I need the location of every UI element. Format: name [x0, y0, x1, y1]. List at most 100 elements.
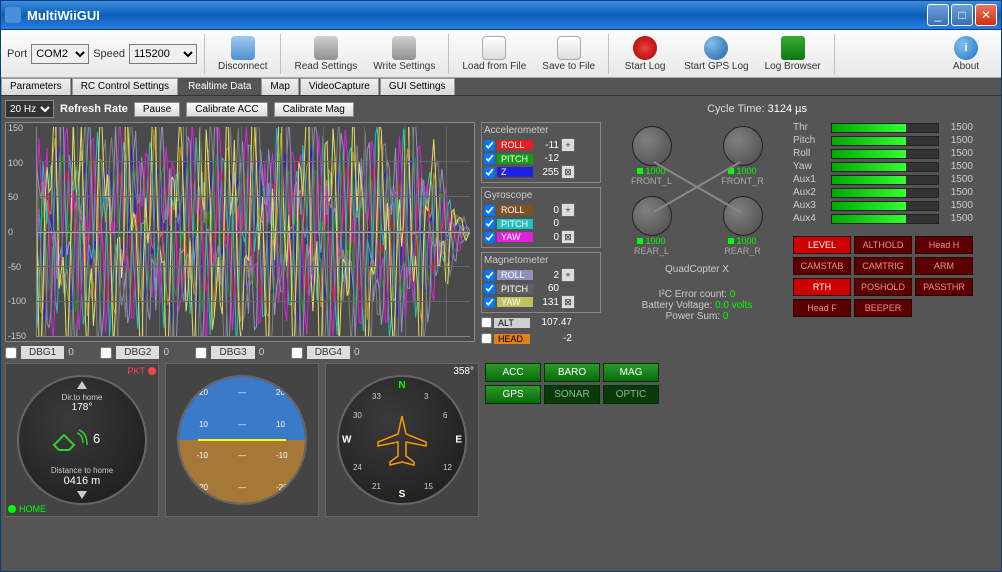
port-select[interactable]: COM2 — [31, 44, 89, 64]
sensor-pitch-checkbox[interactable] — [484, 283, 495, 294]
minimize-button[interactable]: _ — [927, 4, 949, 26]
calibrate-acc-button[interactable]: Calibrate ACC — [186, 102, 267, 117]
cycle-time-value: 3124 µs — [768, 103, 807, 115]
motor-rear_r-label: REAR_R — [724, 246, 761, 256]
sensor-baro-button[interactable]: BARO — [544, 363, 600, 382]
about-button[interactable]: iAbout — [937, 34, 995, 74]
channel-aux2-value: 1500 — [943, 187, 973, 198]
channel-pitch-value: 1500 — [943, 135, 973, 146]
channel-aux2-label: Aux2 — [793, 187, 827, 198]
maximize-button[interactable]: □ — [951, 4, 973, 26]
sensor-alt-checkbox[interactable] — [481, 317, 492, 328]
attitude-gauge: 20—2010—10-10—-10-20—-20 — [165, 363, 319, 517]
save-file-button[interactable]: Save to File — [536, 34, 601, 74]
sensor-optic-button[interactable]: OPTIC — [603, 385, 659, 404]
sensor-roll-checkbox[interactable] — [484, 270, 495, 281]
sensor-head-checkbox[interactable] — [481, 333, 492, 344]
dbg2-checkbox[interactable] — [100, 347, 112, 359]
calibrate-mag-button[interactable]: Calibrate Mag — [274, 102, 354, 117]
sensor-sonar-button[interactable]: SONAR — [544, 385, 600, 404]
sensor-yaw-checkbox[interactable] — [484, 297, 495, 308]
dbg3-value: 0 — [259, 347, 279, 358]
tab-parameters[interactable]: Parameters — [1, 78, 71, 95]
mode-arm-button[interactable]: ARM — [915, 257, 973, 275]
file-open-icon — [482, 36, 506, 60]
mode-rth-button[interactable]: RTH — [793, 278, 851, 296]
motor-rear_l-disc — [632, 196, 672, 236]
sensor-yaw-checkbox[interactable] — [484, 232, 495, 243]
dbg4-checkbox[interactable] — [291, 347, 303, 359]
pause-button[interactable]: Pause — [134, 102, 180, 117]
zoom-in-button[interactable]: + — [561, 138, 575, 152]
tab-map[interactable]: Map — [261, 78, 298, 95]
channel-aux3-bar — [831, 201, 939, 211]
mode-headh-button[interactable]: Head H — [915, 236, 973, 254]
sensor-roll-checkbox[interactable] — [484, 140, 495, 151]
horizon-tick: -10—-10 — [196, 451, 287, 460]
mode-camtrig-button[interactable]: CAMTRIG — [854, 257, 912, 275]
gps-dist-value: 0416 m — [19, 475, 145, 487]
sensor-pitch-checkbox[interactable] — [484, 218, 495, 229]
arrow-up-icon — [77, 381, 87, 389]
gps-gauge: PKT Dir.to home 178° 6 Distance to home … — [5, 363, 159, 517]
read-settings-button[interactable]: Read Settings — [288, 34, 363, 74]
sensor-yaw-label: YAW — [497, 297, 533, 307]
tab-rc-control-settings[interactable]: RC Control Settings — [72, 78, 178, 95]
sensor-pitch-checkbox[interactable] — [484, 153, 495, 164]
sensor-mag-button[interactable]: MAG — [603, 363, 659, 382]
compass-east: E — [455, 435, 462, 446]
motor-front_l-label: FRONT_L — [631, 176, 672, 186]
motor-front_l-value: 1000 — [637, 166, 665, 176]
zoom-in-button[interactable]: + — [561, 203, 575, 217]
plane-icon — [372, 410, 432, 470]
dbg4-label: DBG4 — [307, 346, 350, 359]
mode-passthr-button[interactable]: PASSTHR — [915, 278, 973, 296]
realtime-graph: 150100500-50-100-150 — [5, 122, 475, 342]
dbg4-value: 0 — [354, 347, 374, 358]
sensor-z-checkbox[interactable] — [484, 167, 495, 178]
zoom-reset-button[interactable]: ⊠ — [561, 230, 575, 244]
sensor-roll-checkbox[interactable] — [484, 205, 495, 216]
channel-thr-bar — [831, 123, 939, 133]
close-button[interactable]: ✕ — [975, 4, 997, 26]
toolbar: Port COM2 Speed 115200 Disconnect Read S… — [1, 30, 1001, 78]
mode-beeper-button[interactable]: BEEPER — [854, 299, 912, 317]
zoom-in-button[interactable]: + — [561, 268, 575, 282]
start-gps-log-button[interactable]: Start GPS Log — [678, 34, 754, 74]
tab-videocapture[interactable]: VideoCapture — [300, 78, 379, 95]
monitor-icon — [781, 36, 805, 60]
gps-sats: 6 — [93, 431, 100, 446]
sensor-acc-button[interactable]: ACC — [485, 363, 541, 382]
speed-select[interactable]: 115200 — [129, 44, 197, 64]
copter-type: QuadCopter X — [607, 264, 787, 275]
tab-gui-settings[interactable]: GUI Settings — [380, 78, 455, 95]
dbg1-checkbox[interactable] — [5, 347, 17, 359]
load-file-button[interactable]: Load from File — [456, 34, 532, 74]
mode-headf-button[interactable]: Head F — [793, 299, 851, 317]
disconnect-button[interactable]: Disconnect — [212, 34, 273, 74]
zoom-reset-button[interactable]: ⊠ — [561, 295, 575, 309]
sensor-yaw-value: 131 — [535, 297, 559, 308]
sensor-z-label: Z — [497, 167, 533, 177]
mode-poshold-button[interactable]: POSHOLD — [854, 278, 912, 296]
speed-label: Speed — [93, 48, 125, 60]
compass-tick: 3 — [424, 392, 428, 401]
refresh-rate-select[interactable]: 20 Hz — [5, 100, 54, 118]
pkt-indicator: PKT — [127, 366, 156, 376]
dbg3-checkbox[interactable] — [195, 347, 207, 359]
log-browser-button[interactable]: Log Browser — [759, 34, 827, 74]
start-log-button[interactable]: Start Log — [616, 34, 674, 74]
sensor-gps-button[interactable]: GPS — [485, 385, 541, 404]
mode-camstab-button[interactable]: CAMSTAB — [793, 257, 851, 275]
zoom-reset-button[interactable]: ⊠ — [561, 165, 575, 179]
tab-realtime-data[interactable]: Realtime Data — [179, 78, 260, 95]
channel-roll-label: Roll — [793, 148, 827, 159]
psum-value: 0 — [723, 311, 729, 322]
mode-level-button[interactable]: LEVEL — [793, 236, 851, 254]
write-settings-button[interactable]: Write Settings — [367, 34, 441, 74]
plug-icon — [231, 36, 255, 60]
motor-front_r-label: FRONT_R — [721, 176, 764, 186]
main-panel: 20 Hz Refresh Rate Pause Calibrate ACC C… — [1, 96, 1001, 571]
sensor-roll-value: -11 — [535, 140, 559, 151]
mode-althold-button[interactable]: ALTHOLD — [854, 236, 912, 254]
